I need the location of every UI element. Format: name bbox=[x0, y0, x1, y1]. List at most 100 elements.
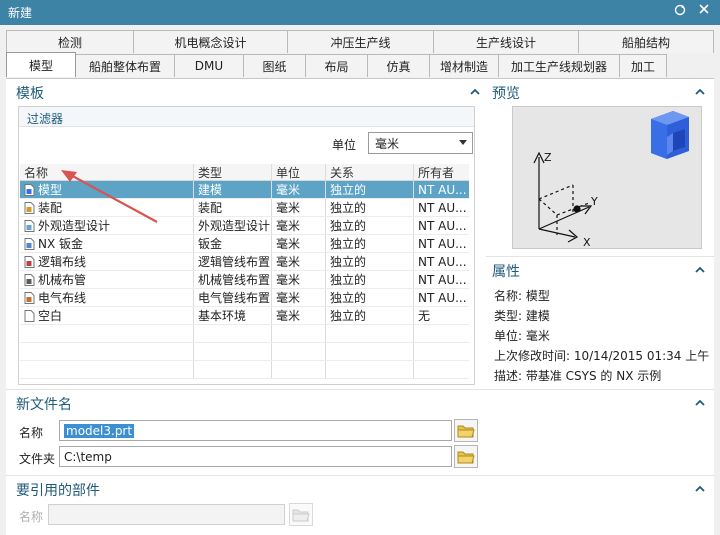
folder-icon bbox=[292, 509, 310, 521]
column-header-relation[interactable]: 关系 bbox=[326, 164, 414, 180]
filter-header bbox=[19, 107, 474, 127]
property-description: 描述: 带基准 CSYS 的 NX 示例 bbox=[494, 369, 662, 383]
cell-type-text: 建模 bbox=[198, 183, 223, 197]
tab-simulation[interactable]: 仿真 bbox=[367, 54, 430, 77]
property-name: 名称: 模型 bbox=[494, 289, 550, 303]
tab-additive[interactable]: 增材制造 bbox=[429, 54, 499, 77]
cell-name: 逻辑布线 bbox=[20, 253, 194, 270]
collapse-chevron-icon[interactable] bbox=[694, 483, 706, 495]
table-row[interactable]: 电气布线 电气管线布置 毫米 独立的 NT AU... bbox=[20, 289, 469, 307]
cell-type: 建模 bbox=[194, 181, 272, 198]
tab-press-line[interactable]: 冲压生产线 bbox=[287, 30, 434, 53]
cell-type-text: 基本环境 bbox=[198, 309, 247, 323]
cell-relation-text: 独立的 bbox=[330, 273, 367, 287]
cell-unit-text: 毫米 bbox=[276, 291, 301, 305]
dropdown-arrow-icon bbox=[459, 140, 467, 145]
cell-owner-text: NT AU... bbox=[418, 272, 467, 287]
cell-relation: 独立的 bbox=[326, 199, 414, 216]
tab-ship-layout[interactable]: 船舶整体布置 bbox=[75, 54, 175, 77]
cell-unit-text: 毫米 bbox=[276, 255, 301, 269]
cell-unit-text: 毫米 bbox=[276, 183, 301, 197]
cell-name: 机械布管 bbox=[20, 271, 194, 288]
unit-dropdown[interactable]: 毫米 bbox=[368, 132, 473, 154]
cell-owner-text: NT AU... bbox=[418, 236, 467, 251]
cell-relation: 独立的 bbox=[326, 253, 414, 270]
tab-machining[interactable]: 加工 bbox=[619, 54, 667, 77]
table-row[interactable]: 空白 基本环境 毫米 独立的 无 bbox=[20, 307, 469, 325]
tab-ship-structure[interactable]: 船舶结构 bbox=[578, 30, 714, 53]
cell-unit-text: 毫米 bbox=[276, 219, 301, 233]
cell-type: 基本环境 bbox=[194, 307, 272, 324]
cell-type: 电气管线布置 bbox=[194, 289, 272, 306]
column-header-unit[interactable]: 单位 bbox=[272, 164, 326, 180]
cell-unit-text: 毫米 bbox=[276, 201, 301, 215]
cell-relation-text: 独立的 bbox=[330, 309, 367, 323]
browse-folder-button[interactable] bbox=[454, 445, 478, 468]
tab-dmu[interactable]: DMU bbox=[174, 54, 244, 77]
elec-routing-file-icon bbox=[24, 291, 35, 304]
collapse-chevron-icon[interactable] bbox=[469, 86, 481, 98]
properties-section-title: 属性 bbox=[492, 264, 520, 280]
cell-owner: NT AU... bbox=[414, 289, 469, 306]
cell-owner: NT AU... bbox=[414, 181, 469, 198]
cell-type-text: 钣金 bbox=[198, 237, 223, 251]
cell-owner-text: NT AU... bbox=[418, 200, 467, 215]
axis-label-y: Y bbox=[590, 195, 598, 208]
cell-relation: 独立的 bbox=[326, 181, 414, 198]
collapse-chevron-icon[interactable] bbox=[694, 397, 706, 409]
cell-name-text: NX 钣金 bbox=[38, 237, 84, 251]
preview-image: Z Y X bbox=[512, 106, 702, 249]
column-header-owner[interactable]: 所有者 bbox=[414, 164, 469, 180]
browse-file-button[interactable] bbox=[454, 419, 478, 442]
empty-row bbox=[20, 325, 469, 343]
unit-dropdown-value: 毫米 bbox=[375, 136, 400, 151]
cell-relation: 独立的 bbox=[326, 271, 414, 288]
cell-type-text: 外观造型设计 bbox=[198, 219, 271, 233]
cell-relation-text: 独立的 bbox=[330, 219, 367, 233]
mech-routing-file-icon bbox=[24, 273, 35, 286]
table-row[interactable]: 机械布管 机械管线布置 毫米 独立的 NT AU... bbox=[20, 271, 469, 289]
cell-name: 空白 bbox=[20, 307, 194, 324]
model-file-icon bbox=[24, 183, 35, 196]
cell-name: NX 钣金 bbox=[20, 235, 194, 252]
cell-relation: 独立的 bbox=[326, 289, 414, 306]
blank-file-icon bbox=[24, 309, 35, 322]
tab-row-2: 模型 船舶整体布置 DMU 图纸 布局 仿真 增材制造 加工生产线规划器 加工 bbox=[6, 52, 667, 79]
folder-value: C:\temp bbox=[64, 449, 112, 464]
cell-owner-text: 无 bbox=[418, 309, 431, 323]
file-name-input[interactable]: model3.prt bbox=[59, 420, 452, 441]
tab-layout[interactable]: 布局 bbox=[305, 54, 368, 77]
close-icon[interactable] bbox=[696, 3, 712, 21]
cell-relation: 独立的 bbox=[326, 307, 414, 324]
tab-drawing[interactable]: 图纸 bbox=[243, 54, 306, 77]
table-row[interactable]: NX 钣金 钣金 毫米 独立的 NT AU... bbox=[20, 235, 469, 253]
cell-name: 电气布线 bbox=[20, 289, 194, 306]
table-row[interactable]: 逻辑布线 逻辑管线布置 毫米 独立的 NT AU... bbox=[20, 253, 469, 271]
cell-relation: 独立的 bbox=[326, 217, 414, 234]
tab-inspection[interactable]: 检测 bbox=[6, 30, 134, 53]
filter-panel: 过滤器 单位 毫米 名称 类型 单位 关系 所有者 模型 建模 毫米 独立的 NT AU… bbox=[18, 106, 475, 385]
tab-machining-line-planner[interactable]: 加工生产线规划器 bbox=[498, 54, 620, 77]
cell-type: 钣金 bbox=[194, 235, 272, 252]
cell-owner-text: NT AU... bbox=[418, 290, 467, 305]
collapse-chevron-icon[interactable] bbox=[694, 264, 706, 276]
preview-section-title: 预览 bbox=[492, 86, 520, 102]
logic-routing-file-icon bbox=[24, 255, 35, 268]
tab-line-design[interactable]: 生产线设计 bbox=[433, 30, 579, 53]
folder-label: 文件夹 bbox=[19, 452, 56, 466]
tab-content: 模板 过滤器 单位 毫米 名称 类型 单位 关系 所有者 模型 建模 毫米 独立的 NT… bbox=[6, 78, 714, 535]
axis-label-x: X bbox=[583, 236, 591, 248]
cell-name-text: 空白 bbox=[38, 309, 63, 323]
tab-mechatronics[interactable]: 机电概念设计 bbox=[133, 30, 288, 53]
cell-unit: 毫米 bbox=[272, 307, 326, 324]
tab-bar: 检测 机电概念设计 冲压生产线 生产线设计 船舶结构 模型 船舶整体布置 DMU… bbox=[0, 25, 720, 78]
tab-model[interactable]: 模型 bbox=[6, 52, 76, 77]
property-type: 类型: 建模 bbox=[494, 309, 550, 323]
refresh-icon[interactable] bbox=[672, 3, 688, 21]
window-title: 新建 bbox=[8, 6, 33, 20]
folder-input[interactable]: C:\temp bbox=[59, 446, 452, 467]
column-header-type[interactable]: 类型 bbox=[194, 164, 272, 180]
cell-unit: 毫米 bbox=[272, 217, 326, 234]
empty-row bbox=[20, 343, 469, 361]
collapse-chevron-icon[interactable] bbox=[694, 86, 706, 98]
